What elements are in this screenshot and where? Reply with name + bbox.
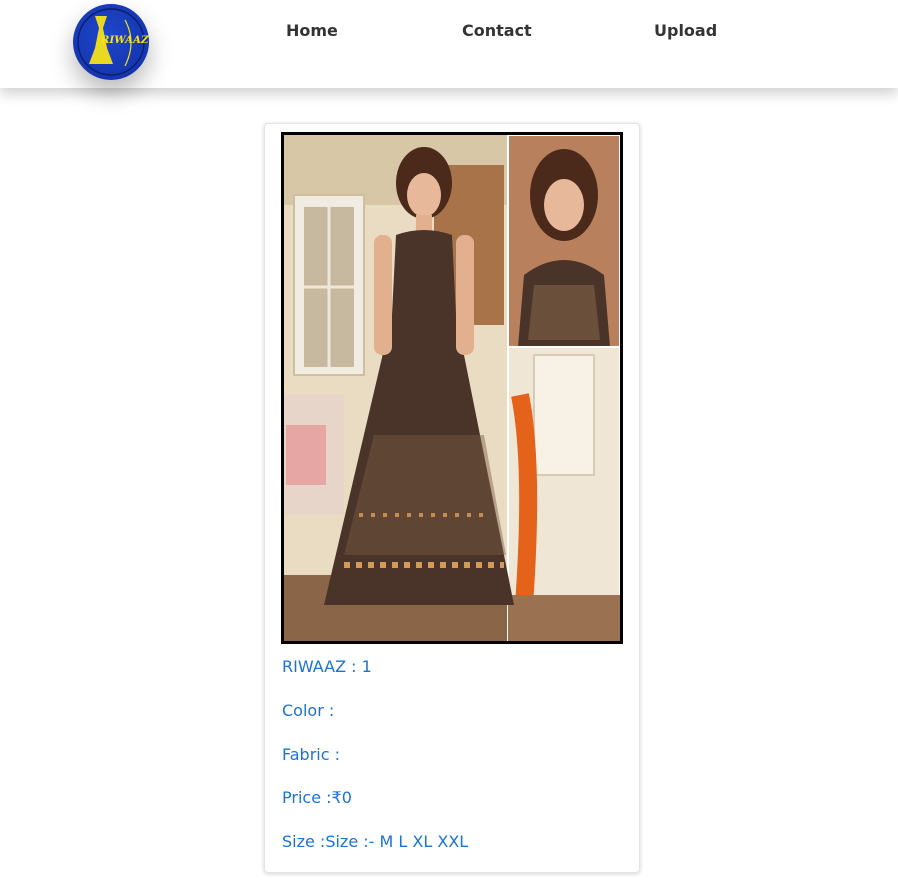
product-size: Size :Size :- M L XL XXL — [282, 832, 469, 851]
nav-contact-link[interactable]: Contact — [462, 21, 532, 40]
nav-upload-link[interactable]: Upload — [654, 21, 717, 40]
dress-photo — [284, 135, 620, 641]
product-title: RIWAAZ : 1 — [282, 657, 372, 676]
product-fabric: Fabric : — [282, 745, 340, 764]
product-card: RIWAAZ : 1 Color : Fabric : Price :₹0 Si… — [264, 123, 640, 873]
nav-home-link[interactable]: Home — [286, 21, 338, 40]
riwaaz-logo[interactable]: RIWAAZ — [73, 4, 149, 80]
navbar: RIWAAZ Home Contact Upload — [0, 0, 898, 88]
product-image[interactable] — [281, 132, 623, 644]
product-color: Color : — [282, 701, 335, 720]
product-price: Price :₹0 — [282, 788, 352, 807]
logo-text: RIWAAZ — [101, 35, 149, 46]
